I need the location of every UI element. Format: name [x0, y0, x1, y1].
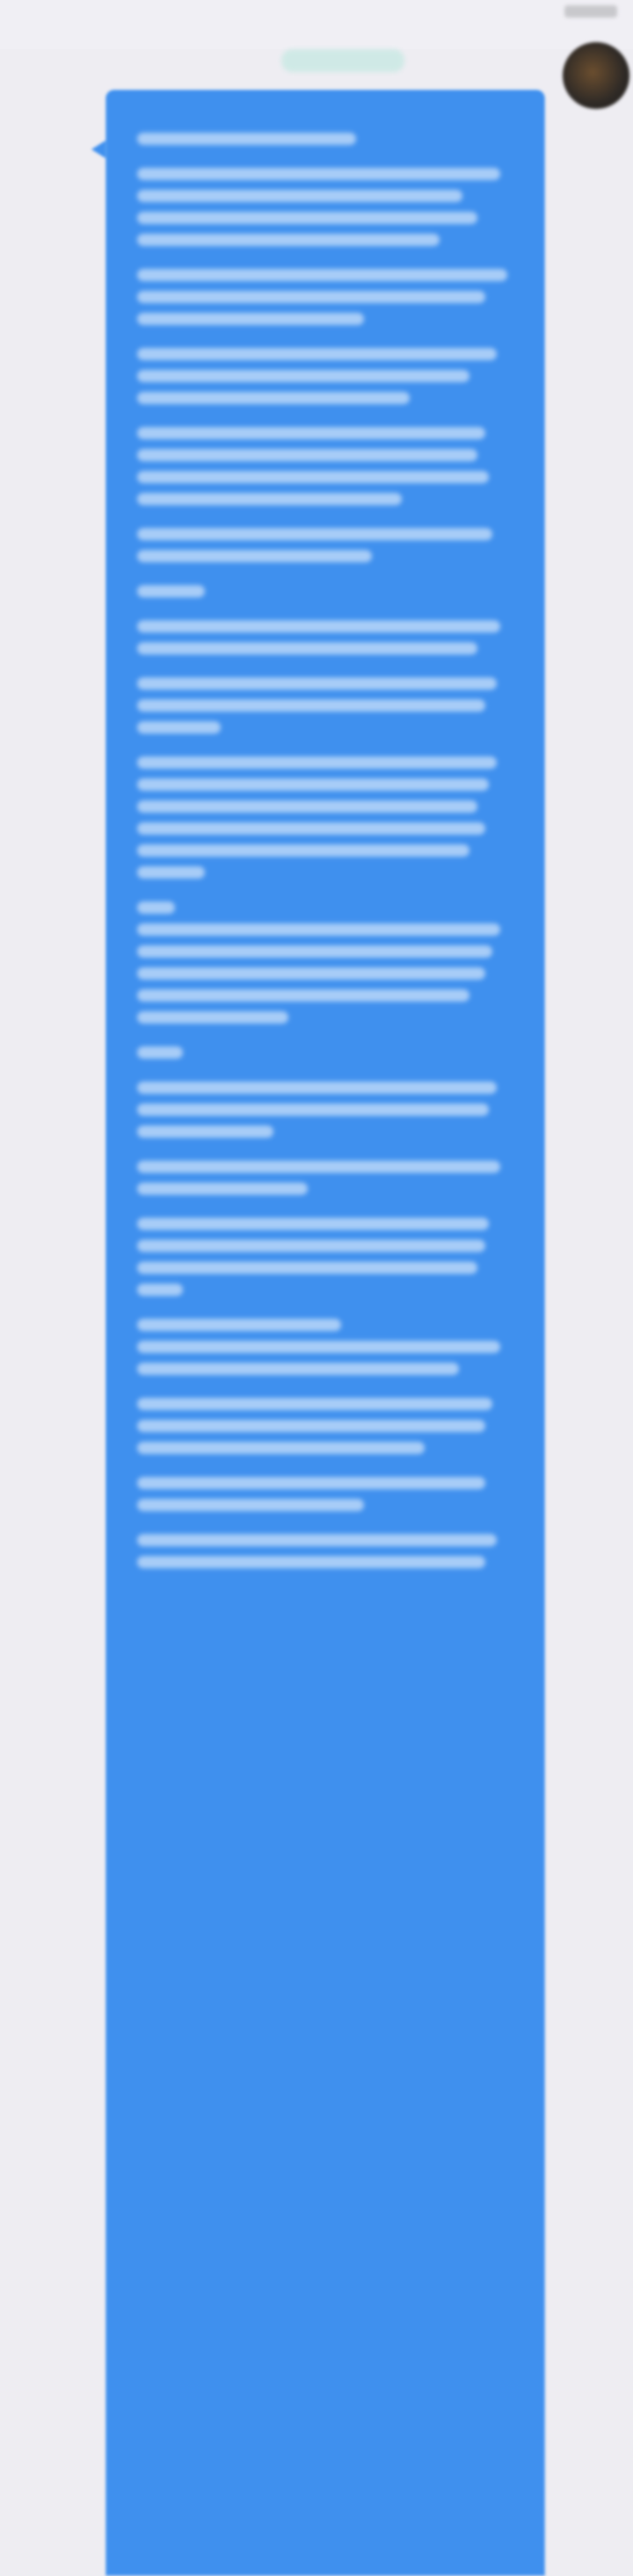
- text-line: [137, 348, 497, 360]
- text-line: [137, 528, 493, 540]
- text-line: [137, 313, 364, 325]
- message-paragraph: [137, 1319, 515, 1375]
- message-paragraph: [137, 1534, 515, 1568]
- text-line: [137, 1398, 493, 1410]
- text-line: [137, 1534, 497, 1546]
- text-line: [137, 945, 493, 958]
- user-avatar: [563, 42, 629, 109]
- top-bar-right-element: [564, 5, 617, 18]
- text-line: [137, 1125, 273, 1138]
- message-paragraph: [137, 427, 515, 505]
- text-line: [137, 449, 477, 461]
- text-line: [137, 1284, 183, 1296]
- text-line: [137, 1499, 364, 1511]
- text-line: [137, 1442, 425, 1454]
- text-line: [137, 1363, 459, 1375]
- text-line: [137, 1556, 485, 1568]
- text-line: [137, 901, 175, 914]
- text-line: [137, 844, 470, 857]
- text-line: [137, 1477, 485, 1489]
- message-paragraph: [137, 133, 515, 145]
- text-line: [137, 699, 485, 712]
- message-paragraph: [137, 620, 515, 655]
- text-line: [137, 1218, 489, 1230]
- message-paragraph: [137, 269, 515, 325]
- text-line: [137, 1046, 183, 1059]
- text-line: [137, 370, 470, 382]
- text-line: [137, 721, 221, 734]
- message-text-container: [137, 123, 515, 1591]
- message-paragraph: [137, 1082, 515, 1138]
- message-paragraph: [137, 585, 515, 597]
- text-line: [137, 1420, 485, 1432]
- text-line: [137, 677, 497, 690]
- text-line: [137, 1161, 500, 1173]
- message-paragraph: [137, 1046, 515, 1059]
- text-line: [137, 1341, 500, 1353]
- text-line: [137, 269, 508, 281]
- text-line: [137, 923, 500, 936]
- text-line: [137, 291, 485, 303]
- text-line: [137, 1183, 308, 1195]
- message-paragraph: [137, 1398, 515, 1454]
- text-line: [137, 1082, 497, 1094]
- text-line: [137, 133, 357, 145]
- text-line: [137, 1240, 485, 1252]
- text-line: [137, 756, 497, 769]
- text-line: [137, 1103, 489, 1116]
- text-line: [137, 778, 489, 791]
- message-paragraph: [137, 528, 515, 562]
- message-paragraph: [137, 1161, 515, 1195]
- text-line: [137, 866, 206, 879]
- message-paragraph: [137, 1477, 515, 1511]
- text-line: [137, 800, 477, 813]
- text-line: [137, 642, 477, 655]
- text-line: [137, 1319, 342, 1331]
- message-paragraph: [137, 348, 515, 404]
- text-line: [137, 989, 470, 1002]
- text-line: [137, 1011, 288, 1024]
- text-line: [137, 168, 500, 180]
- text-line: [137, 822, 485, 835]
- message-meta-pill: [281, 49, 404, 72]
- text-line: [137, 585, 206, 597]
- text-line: [137, 190, 462, 202]
- message-paragraph: [137, 1218, 515, 1296]
- message-paragraph: [137, 677, 515, 734]
- message-paragraph: [137, 168, 515, 246]
- top-bar: [0, 0, 633, 49]
- text-line: [137, 620, 500, 633]
- text-line: [137, 1262, 477, 1274]
- text-line: [137, 471, 489, 483]
- text-line: [137, 427, 485, 439]
- text-line: [137, 392, 410, 404]
- text-line: [137, 550, 372, 562]
- outgoing-message-bubble[interactable]: [91, 90, 545, 2576]
- text-line: [137, 967, 485, 980]
- message-paragraph: [137, 901, 515, 1024]
- text-line: [137, 212, 477, 224]
- text-line: [137, 234, 440, 246]
- text-line: [137, 493, 402, 505]
- message-paragraph: [137, 756, 515, 879]
